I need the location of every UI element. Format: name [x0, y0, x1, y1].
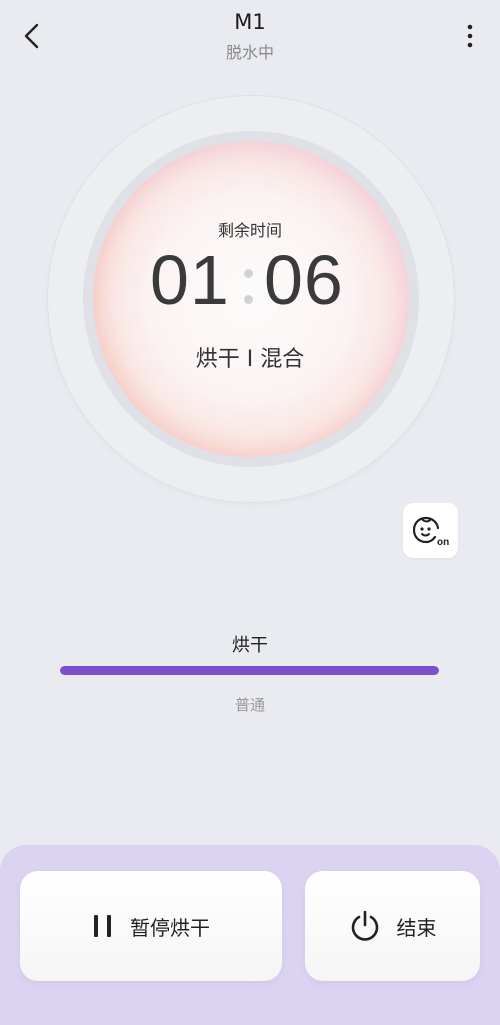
more-button[interactable]	[458, 20, 482, 52]
end-button[interactable]: 结束	[305, 871, 480, 981]
baby-face-icon: on	[412, 516, 449, 548]
stage-label: 烘干	[232, 635, 268, 656]
end-button-label: 结束	[396, 915, 437, 940]
level-label: 普通	[234, 696, 265, 714]
time-separator-dot	[244, 295, 253, 304]
more-vertical-icon	[467, 24, 473, 48]
app-header: M1 脱水中	[0, 0, 500, 70]
progress-bar	[60, 666, 439, 675]
power-icon	[351, 910, 378, 941]
child-lock-button[interactable]: on	[403, 503, 458, 558]
child-lock-state: on	[437, 537, 449, 548]
time-minutes: 06	[264, 241, 344, 319]
time-separator-dot	[244, 269, 253, 278]
status-subtitle: 脱水中	[225, 43, 274, 62]
progress-fill	[60, 666, 439, 675]
pause-icon	[94, 915, 111, 937]
remaining-time-label: 剩余时间	[217, 221, 282, 240]
pause-drying-button[interactable]: 暂停烘干	[20, 871, 282, 981]
time-hours: 01	[150, 241, 230, 319]
pause-button-label: 暂停烘干	[130, 915, 210, 940]
program-mode: 烘干 I 混合	[195, 347, 305, 372]
page-title: M1	[234, 10, 266, 34]
